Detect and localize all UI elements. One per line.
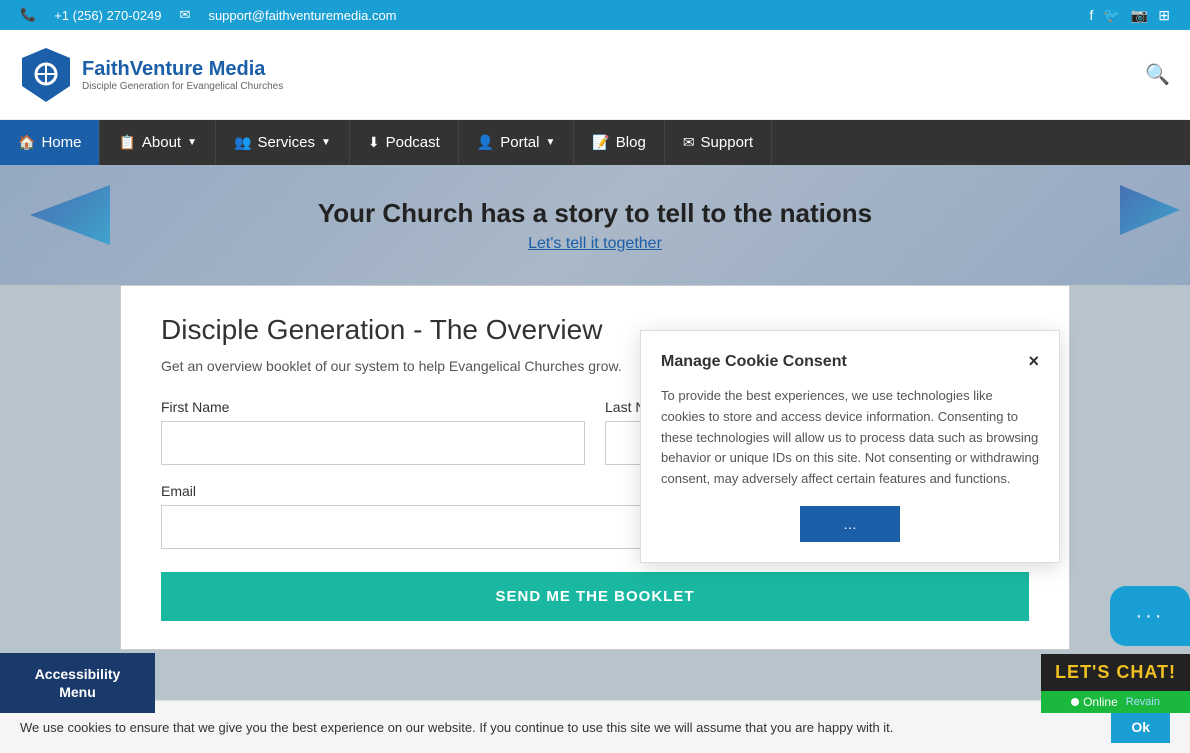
services-arrow-icon: ▼ xyxy=(321,137,331,148)
cookie-modal-title: Manage Cookie Consent xyxy=(661,353,847,371)
nav-item-support[interactable]: ✉ Support xyxy=(665,120,772,165)
blog-icon: 📝 xyxy=(592,134,609,151)
nav-label-services: Services xyxy=(257,134,315,151)
nav-item-portal[interactable]: 👤 Portal ▼ xyxy=(459,120,575,165)
home-icon: 🏠 xyxy=(18,134,35,151)
hero-section: Your Church has a story to tell to the n… xyxy=(0,165,1190,285)
cookie-close-button[interactable]: × xyxy=(1028,351,1039,372)
decorative-plane-left xyxy=(30,185,110,245)
cookie-modal-text: To provide the best experiences, we use … xyxy=(661,386,1039,490)
instagram-icon[interactable]: 📷 xyxy=(1131,7,1148,24)
first-name-input[interactable] xyxy=(161,421,585,465)
nav-label-portal: Portal xyxy=(500,134,539,151)
hero-link[interactable]: Let's tell it together xyxy=(528,235,662,253)
navigation: 🏠 Home 📋 About ▼ 👥 Services ▼ ⬇ Podcast … xyxy=(0,120,1190,165)
search-icon[interactable]: 🔍 xyxy=(1145,62,1170,87)
accessibility-menu-button[interactable]: AccessibilityMenu xyxy=(0,653,155,713)
chat-online-status: Online Revain xyxy=(1041,691,1190,713)
nav-item-home[interactable]: 🏠 Home xyxy=(0,120,100,165)
cookie-bar-text: We use cookies to ensure that we give yo… xyxy=(20,720,1096,735)
logo-text: FaithVenture Media Disciple Generation f… xyxy=(82,58,283,92)
cookie-accept-button[interactable]: … xyxy=(800,506,900,542)
nav-item-podcast[interactable]: ⬇ Podcast xyxy=(350,120,459,165)
rss-icon[interactable]: ⊞ xyxy=(1158,7,1170,24)
page-wrapper: 📞 +1 (256) 270-0249 ✉ support@faithventu… xyxy=(0,0,1190,753)
header: FaithVenture Media Disciple Generation f… xyxy=(0,30,1190,120)
revain-brand: Revain xyxy=(1126,696,1160,708)
top-bar: 📞 +1 (256) 270-0249 ✉ support@faithventu… xyxy=(0,0,1190,30)
email-link[interactable]: support@faithventuremedia.com xyxy=(208,8,396,23)
nav-item-services[interactable]: 👥 Services ▼ xyxy=(216,120,350,165)
support-icon: ✉ xyxy=(683,134,695,151)
social-icons: f 🐦 📷 ⊞ xyxy=(1090,7,1171,24)
phone-number: +1 (256) 270-0249 xyxy=(54,8,161,23)
portal-icon: 👤 xyxy=(477,134,494,151)
nav-label-blog: Blog xyxy=(616,134,646,151)
nav-label-home: Home xyxy=(41,134,81,151)
logo-shield xyxy=(20,46,72,104)
chat-label[interactable]: LET'S CHAT! xyxy=(1041,654,1190,691)
nav-label-support: Support xyxy=(701,134,754,151)
accessibility-label: AccessibilityMenu xyxy=(35,666,121,700)
cookie-bar-ok-button[interactable]: Ok xyxy=(1111,711,1170,743)
twitter-icon[interactable]: 🐦 xyxy=(1103,7,1120,24)
nav-item-about[interactable]: 📋 About ▼ xyxy=(100,120,216,165)
logo-name: FaithVenture Media xyxy=(82,58,283,81)
nav-label-podcast: Podcast xyxy=(386,134,440,151)
content-area: Your Church has a story to tell to the n… xyxy=(0,165,1190,753)
hero-title: Your Church has a story to tell to the n… xyxy=(318,198,872,229)
online-label: Online xyxy=(1083,695,1118,709)
podcast-icon: ⬇ xyxy=(368,134,380,151)
first-name-group: First Name xyxy=(161,399,585,465)
decorative-plane-right xyxy=(1120,185,1180,235)
chat-bubble[interactable]: ··· xyxy=(1110,586,1190,646)
nav-item-blog[interactable]: 📝 Blog xyxy=(574,120,664,165)
email-icon: ✉ xyxy=(180,7,191,23)
services-icon: 👥 xyxy=(234,134,251,151)
logo-tagline: Disciple Generation for Evangelical Chur… xyxy=(82,81,283,92)
nav-label-about: About xyxy=(142,134,181,151)
send-button[interactable]: SEND ME THE BOOKLET xyxy=(161,572,1029,621)
cookie-btn-label: … xyxy=(843,516,857,532)
phone-icon: 📞 xyxy=(20,7,36,23)
cookie-modal-header: Manage Cookie Consent × xyxy=(661,351,1039,372)
about-icon: 📋 xyxy=(118,134,135,151)
facebook-icon[interactable]: f xyxy=(1090,7,1094,24)
first-name-label: First Name xyxy=(161,399,585,415)
online-indicator xyxy=(1071,698,1079,706)
chat-widget: ··· LET'S CHAT! Online Revain xyxy=(1041,586,1190,713)
chat-dots-icon: ··· xyxy=(1136,605,1165,628)
logo[interactable]: FaithVenture Media Disciple Generation f… xyxy=(20,46,283,104)
portal-arrow-icon: ▼ xyxy=(545,137,555,148)
cookie-consent-modal: Manage Cookie Consent × To provide the b… xyxy=(640,330,1060,563)
about-arrow-icon: ▼ xyxy=(187,137,197,148)
cookie-bottom-bar: We use cookies to ensure that we give yo… xyxy=(0,700,1190,753)
